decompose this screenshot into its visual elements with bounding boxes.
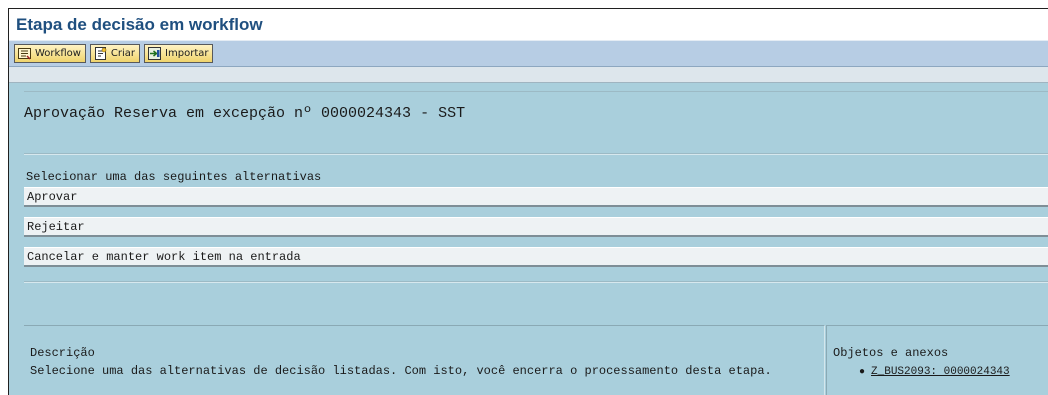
alternatives-prompt: Selecionar uma das seguintes alternativa… [26, 170, 322, 184]
alternative-approve[interactable]: Aprovar [24, 187, 1048, 207]
divider [24, 91, 1048, 92]
import-icon [148, 47, 162, 60]
description-title: Descrição [30, 346, 95, 360]
bullet-icon: ● [859, 366, 866, 378]
alternative-cancel-keep[interactable]: Cancelar e manter work item na entrada [24, 247, 1048, 267]
import-button-label: Importar [165, 48, 209, 59]
object-link[interactable]: Z_BUS2093: 0000024343 [871, 366, 1010, 378]
header-separator [9, 67, 1048, 83]
create-icon [94, 47, 107, 60]
workflow-button-label: Workflow [35, 48, 81, 59]
objects-title: Objetos e anexos [833, 346, 949, 360]
divider [24, 281, 1048, 283]
page-heading: Aprovação Reserva em excepção nº 0000024… [24, 105, 466, 122]
workflow-icon [18, 47, 31, 60]
import-button[interactable]: Importar [144, 44, 214, 63]
description-panel: Descrição Selecione uma das alternativas… [24, 325, 825, 395]
list-item: ● Z_BUS2093: 0000024343 [859, 366, 1010, 378]
description-text: Selecione uma das alternativas de decisã… [30, 364, 772, 378]
application-toolbar: Workflow Criar Importar [9, 40, 1048, 67]
alternative-reject[interactable]: Rejeitar [24, 217, 1048, 237]
create-button[interactable]: Criar [89, 44, 141, 63]
workflow-button[interactable]: Workflow [14, 44, 86, 63]
objects-panel: Objetos e anexos ● Z_BUS2093: 0000024343 [826, 325, 1048, 395]
divider [24, 153, 1048, 155]
window-title: Etapa de decisão em workflow [9, 9, 1048, 40]
workflow-window: Etapa de decisão em workflow Workflow Cr… [8, 8, 1048, 395]
create-button-label: Criar [110, 48, 136, 59]
